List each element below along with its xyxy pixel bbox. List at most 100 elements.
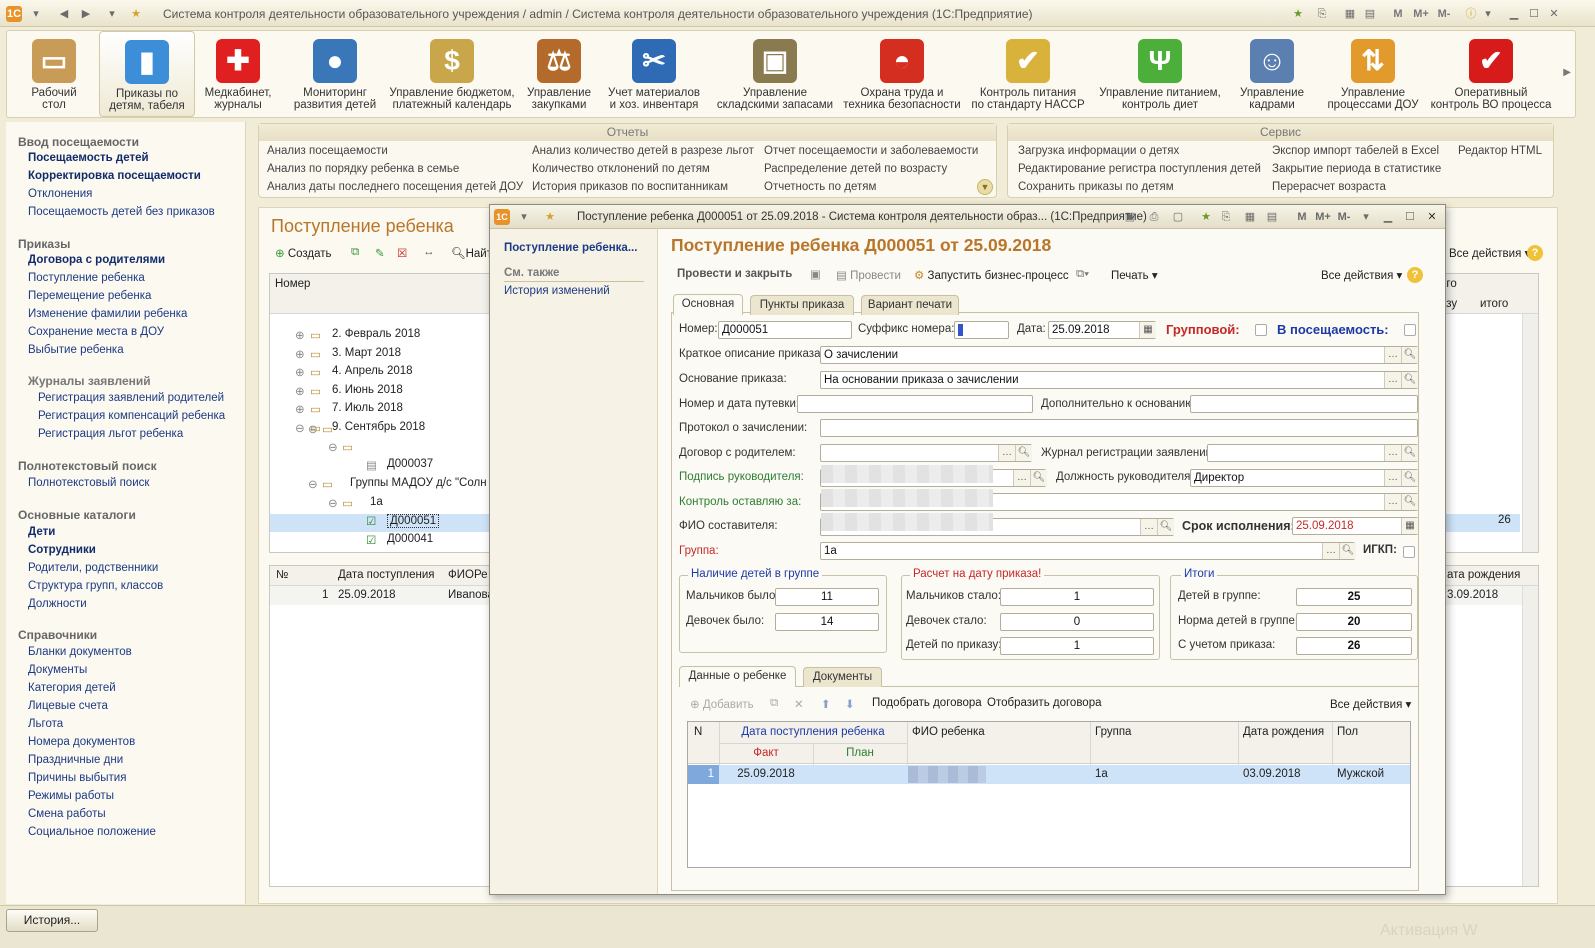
- select-button-icon[interactable]: …: [1384, 445, 1401, 461]
- lower-scrollbar[interactable]: [1522, 586, 1538, 886]
- doc-favorite-star-icon[interactable]: ★: [542, 209, 558, 225]
- number-field[interactable]: Д000051: [718, 321, 852, 339]
- doc-calculator-icon[interactable]: ▦: [1242, 209, 1258, 225]
- tab-print-variant[interactable]: Вариант печати: [861, 295, 959, 315]
- nav-item-social-status[interactable]: Социальное положение: [28, 826, 156, 838]
- doc-save-icon[interactable]: ▣: [1122, 209, 1138, 225]
- tab-order-items[interactable]: Пункты приказа: [750, 295, 854, 315]
- nav-item-leave-reasons[interactable]: Причины выбытия: [28, 772, 126, 784]
- row-fact-date[interactable]: 25.09.2018: [719, 768, 813, 780]
- section-tools[interactable]: ✂ Учет материалов и хоз. инвентаря: [605, 31, 703, 117]
- memory-m-minus-icon[interactable]: M-: [1434, 6, 1454, 22]
- nav-item-child-transfer[interactable]: Перемещение ребенка: [28, 290, 151, 302]
- igkp-checkbox[interactable]: [1403, 546, 1415, 558]
- show-contracts-button[interactable]: Отобразить договора: [987, 697, 1102, 709]
- edit-pencil-icon[interactable]: ✎: [375, 246, 385, 260]
- nav-item-contracts[interactable]: Договора с родителями: [28, 254, 165, 266]
- report-deviations-count[interactable]: Количество отклонений по детям: [532, 163, 710, 175]
- nav-item-group-structure[interactable]: Структура групп, классов: [28, 580, 163, 592]
- memory-m-plus-icon[interactable]: M+: [1410, 6, 1432, 22]
- open-search-icon[interactable]: 🔍︎: [1401, 372, 1418, 388]
- open-search-icon[interactable]: 🔍︎: [1030, 470, 1047, 486]
- open-search-icon[interactable]: 🔍︎: [1157, 519, 1174, 535]
- select-button-icon[interactable]: …: [1322, 543, 1339, 559]
- select-button-icon[interactable]: …: [1384, 347, 1401, 363]
- add-row-button[interactable]: ⊕ Добавить: [690, 697, 754, 711]
- section-checkmark[interactable]: ✔ Оперативный контроль ВО процесса: [1429, 31, 1553, 117]
- boys-was-field[interactable]: 11: [775, 588, 879, 606]
- favorites-star-icon[interactable]: ★: [128, 6, 144, 22]
- memory-m-icon[interactable]: M: [1390, 6, 1406, 22]
- service-html-editor[interactable]: Редактор HTML: [1458, 145, 1542, 157]
- nav-item-compensations[interactable]: Регистрация компенсаций ребенка: [38, 410, 225, 422]
- voucher-field[interactable]: [797, 395, 1033, 413]
- calendar-picker-icon[interactable]: ▦: [1401, 518, 1418, 534]
- service-load-children[interactable]: Загрузка информации о детях: [1018, 145, 1179, 157]
- children-in-group-field[interactable]: 25: [1296, 588, 1412, 606]
- open-search-icon[interactable]: 🔍︎: [1401, 494, 1418, 510]
- expand-reports-icon[interactable]: ▼: [977, 179, 993, 195]
- tree-node-group-1a[interactable]: ⊖ ▭ 1а: [270, 496, 490, 514]
- service-close-period[interactable]: Закрытие периода в статистике: [1272, 163, 1441, 175]
- col-number-header[interactable]: Номер: [275, 278, 310, 290]
- side-main-link[interactable]: Поступление ребенка...: [504, 242, 637, 254]
- doc-memory-m-plus-icon[interactable]: M+: [1312, 209, 1334, 225]
- section-forklift[interactable]: ▣ Управление складскими запасами: [713, 31, 837, 117]
- open-search-icon[interactable]: 🔍︎: [1401, 347, 1418, 363]
- doc-print-icon[interactable]: ⎙: [1146, 209, 1162, 225]
- nav-item-positions[interactable]: Должности: [28, 598, 87, 610]
- report-birth-order[interactable]: Анализ по порядку ребенка в семье: [267, 163, 459, 175]
- section-money-bag[interactable]: $ Управление бюджетом, платежный календарь: [389, 31, 515, 117]
- link-icon[interactable]: ⎘: [1314, 6, 1330, 22]
- tree-node-doc[interactable]: ▤ Д000037: [270, 458, 490, 476]
- group-field[interactable]: 1а: [820, 542, 1355, 560]
- kids-by-order-field[interactable]: 1: [1000, 637, 1154, 655]
- suffix-field[interactable]: [954, 321, 1009, 339]
- info-menu-icon[interactable]: ▾: [1480, 6, 1496, 22]
- switch-view-icon[interactable]: ↔: [423, 246, 435, 258]
- help-icon[interactable]: ?: [1527, 245, 1543, 261]
- girls-now-field[interactable]: 0: [1000, 613, 1154, 631]
- tree-node-month[interactable]: ⊕ ▭ 6. Июнь 2018: [270, 384, 490, 402]
- minimize-icon[interactable]: ▁: [1506, 6, 1522, 22]
- create-button[interactable]: ⊕ Создать: [275, 246, 332, 260]
- app-logo-icon[interactable]: 1С: [6, 6, 22, 22]
- nav-item-attendance-correction[interactable]: Корректировка посещаемости: [28, 170, 201, 182]
- tree-node-folder[interactable]: ⊖ ▭: [270, 422, 490, 440]
- doc-memory-m-icon[interactable]: M: [1294, 209, 1310, 225]
- nav-item-work-modes[interactable]: Режимы работы: [28, 790, 114, 802]
- nav-item-attendance[interactable]: Посещаемость детей: [28, 152, 149, 164]
- nav-item-place-keeping[interactable]: Сохранение места в ДОУ: [28, 326, 164, 338]
- report-attendance-illness[interactable]: Отчет посещаемости и заболеваемости: [764, 145, 978, 157]
- list-scrollbar[interactable]: [1522, 314, 1538, 552]
- service-edit-register[interactable]: Редактирование регистра поступления дете…: [1018, 163, 1261, 175]
- list-all-actions-button[interactable]: Все действия ▾: [1449, 246, 1530, 260]
- tree-node-month[interactable]: ⊕ ▭ 4. Апрель 2018: [270, 365, 490, 383]
- doc-calendar-icon[interactable]: ▤: [1264, 209, 1280, 225]
- expand-icon[interactable]: ⊕: [295, 384, 305, 398]
- short-desc-field[interactable]: О зачислении: [820, 346, 1418, 364]
- calculator-icon[interactable]: ▦: [1342, 6, 1358, 22]
- open-search-icon[interactable]: 🔍︎: [1401, 445, 1418, 461]
- tree-node-month[interactable]: ⊕ ▭ 3. Март 2018: [270, 347, 490, 365]
- tree-node-subfolder[interactable]: ⊖ ▭: [270, 440, 490, 458]
- create-based-on-icon[interactable]: ⧉▾: [1076, 268, 1089, 281]
- post-and-close-button[interactable]: Провести и закрыть: [677, 268, 792, 280]
- nav-item-surname-change[interactable]: Изменение фамилии ребенка: [28, 308, 187, 320]
- nav-item-attendance-no-orders[interactable]: Посещаемость детей без приказов: [28, 206, 215, 218]
- delete-row-icon[interactable]: ✕: [794, 697, 804, 711]
- doc-all-actions-button[interactable]: Все действия ▾: [1321, 268, 1402, 282]
- calendar-icon[interactable]: ▤: [1362, 6, 1378, 22]
- nav-item-benefit[interactable]: Льгота: [28, 718, 63, 730]
- doc-menu-icon[interactable]: ▾: [516, 209, 532, 225]
- print-button[interactable]: Печать ▾: [1111, 268, 1158, 282]
- open-search-icon[interactable]: 🔍︎: [1401, 470, 1418, 486]
- expand-icon[interactable]: ⊕: [295, 402, 305, 416]
- chevron-down-icon[interactable]: ▾: [104, 6, 120, 22]
- girls-was-field[interactable]: 14: [775, 613, 879, 631]
- nav-item-fulltext-search[interactable]: Полнотекстовый поиск: [28, 477, 149, 489]
- service-save-orders[interactable]: Сохранить приказы по детям: [1018, 181, 1174, 193]
- doc-minimize-icon[interactable]: ▁: [1380, 209, 1396, 225]
- expand-icon[interactable]: ⊕: [295, 365, 305, 379]
- nav-item-parent-applications[interactable]: Регистрация заявлений родителей: [38, 392, 224, 404]
